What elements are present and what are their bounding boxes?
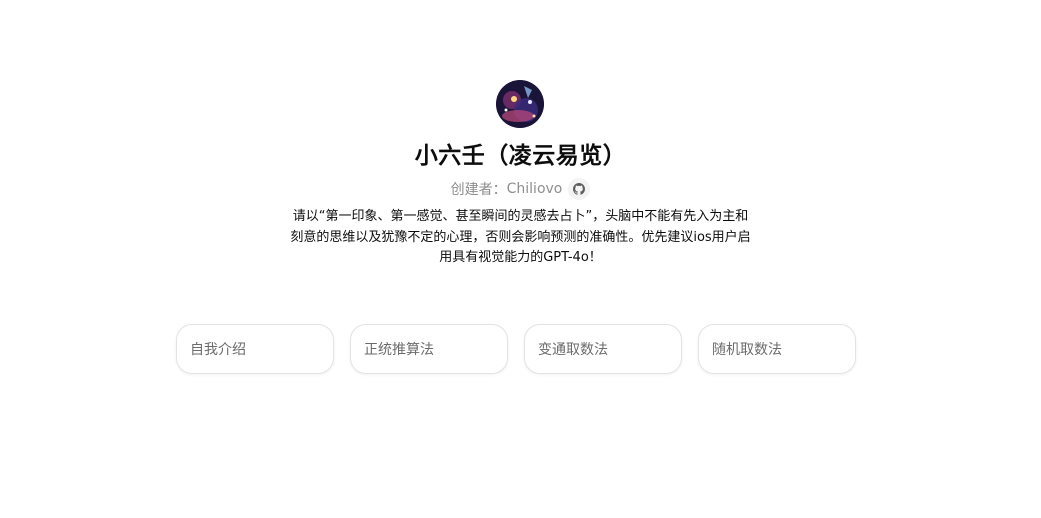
prompt-starter-2[interactable]: 正统推算法 bbox=[350, 324, 508, 374]
creator-prefix: 创建者： bbox=[450, 182, 507, 198]
prompt-starter-1[interactable]: 自我介绍 bbox=[176, 324, 334, 374]
prompt-starter-4[interactable]: 随机取数法 bbox=[698, 324, 856, 374]
prompt-starters: 自我介绍 正统推算法 变通取数法 随机取数法 bbox=[176, 324, 856, 374]
gpt-title: 小六壬（凌云易览） bbox=[414, 143, 627, 169]
github-link[interactable] bbox=[568, 178, 591, 200]
avatar-image bbox=[496, 80, 544, 128]
creator-line: 创建者： Chiliovo bbox=[0, 178, 1041, 200]
gpt-intro-screen: 小六壬（凌云易览） 创建者： Chiliovo 请以“第一印象、第一感觉、甚至瞬… bbox=[0, 0, 1041, 518]
prompt-starter-3[interactable]: 变通取数法 bbox=[524, 324, 682, 374]
gpt-avatar bbox=[496, 80, 544, 128]
creator-name[interactable]: Chiliovo bbox=[507, 181, 563, 197]
github-icon bbox=[573, 183, 586, 195]
gpt-description: 请以“第一印象、第一感觉、甚至瞬间的灵感去占卜”，头脑中不能有先入为主和刻意的思… bbox=[290, 209, 751, 265]
